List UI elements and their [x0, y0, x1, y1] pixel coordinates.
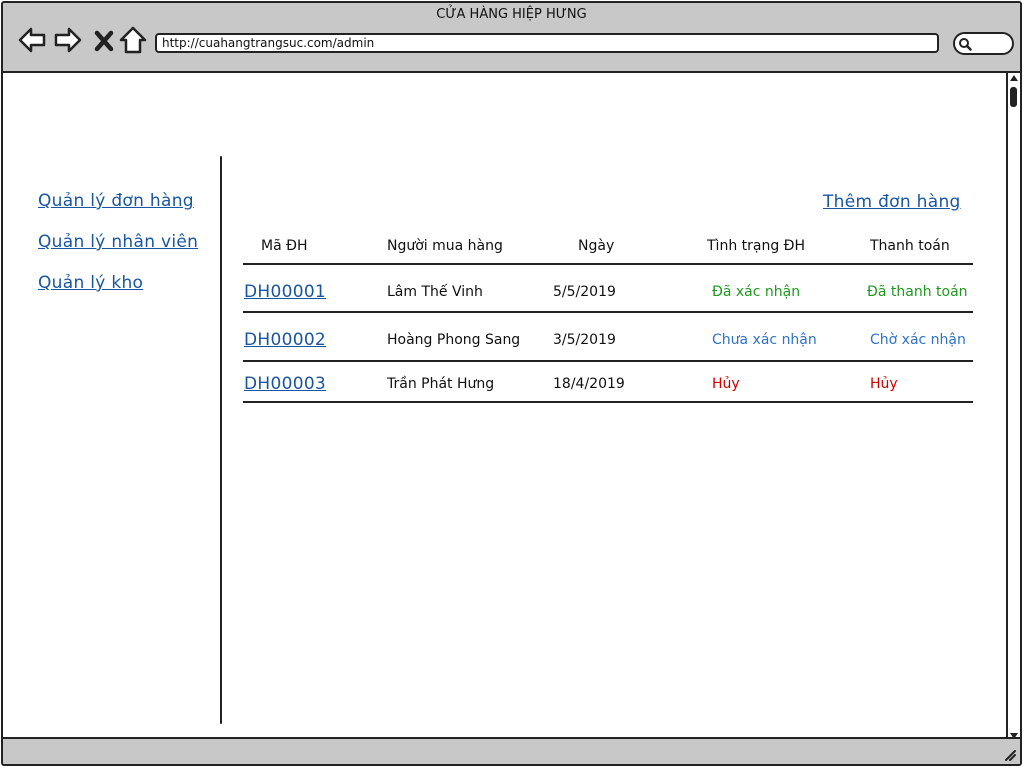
order-code-link[interactable]: DH00003 — [244, 374, 326, 394]
sidebar-nav: Quản lý đơn hàng Quản lý nhân viên Quản … — [38, 191, 213, 314]
header-payment: Thanh toán — [870, 238, 950, 254]
sidebar-item-staff-management[interactable]: Quản lý nhân viên — [38, 232, 213, 252]
vertical-divider — [220, 156, 222, 724]
sidebar-item-order-management[interactable]: Quản lý đơn hàng — [38, 191, 213, 211]
order-date: 3/5/2019 — [553, 332, 616, 348]
scroll-up-arrow-icon[interactable] — [1009, 74, 1019, 82]
buyer-name: Hoàng Phong Sang — [387, 332, 521, 348]
forward-arrow-icon[interactable] — [53, 25, 83, 55]
order-code-link[interactable]: DH00001 — [244, 282, 326, 302]
header-order-status: Tình trạng ĐH — [707, 238, 806, 254]
header-buyer: Người mua hàng — [387, 238, 503, 254]
table-header: Mã ĐH Người mua hàng Ngày Tình trạng ĐH … — [243, 235, 973, 265]
order-date: 18/4/2019 — [553, 376, 625, 392]
buyer-name: Lâm Thế Vinh — [387, 284, 483, 300]
payment-status-badge: Chờ xác nhận — [870, 332, 966, 348]
vertical-scrollbar[interactable] — [1006, 73, 1020, 741]
back-arrow-icon[interactable] — [17, 25, 47, 55]
search-icon — [959, 38, 972, 51]
home-icon[interactable] — [119, 25, 147, 55]
scrollbar-thumb[interactable] — [1010, 87, 1017, 107]
buyer-name: Trần Phát Hưng — [387, 376, 495, 392]
close-icon[interactable] — [91, 25, 117, 55]
header-order-code: Mã ĐH — [261, 238, 308, 254]
resize-grip-icon[interactable] — [1002, 747, 1016, 761]
table-row: DH00003 Trần Phát Hưng 18/4/2019 Hủy Hủy — [243, 362, 973, 403]
search-field[interactable] — [953, 32, 1014, 55]
payment-status-badge: Đã thanh toán — [867, 284, 968, 300]
payment-status-badge: Hủy — [870, 376, 898, 392]
order-status-badge: Đã xác nhận — [712, 284, 801, 300]
sidebar-item-inventory-management[interactable]: Quản lý kho — [38, 273, 213, 293]
table-row: DH00001 Lâm Thế Vinh 5/5/2019 Đã xác nhậ… — [243, 265, 973, 313]
header-date: Ngày — [578, 238, 615, 254]
table-row: DH00002 Hoàng Phong Sang 3/5/2019 Chưa x… — [243, 313, 973, 362]
order-status-badge: Hủy — [712, 376, 740, 392]
order-status-badge: Chưa xác nhận — [712, 332, 817, 348]
add-order-link[interactable]: Thêm đơn hàng — [823, 192, 961, 212]
status-bar — [3, 737, 1020, 764]
order-code-link[interactable]: DH00002 — [244, 330, 326, 350]
browser-window: CỬA HÀNG HIỆP HƯNG http://cuahangtrangsu… — [1, 1, 1022, 766]
order-date: 5/5/2019 — [553, 284, 616, 300]
browser-toolbar: CỬA HÀNG HIỆP HƯNG http://cuahangtrangsu… — [3, 3, 1020, 73]
window-title: CỬA HÀNG HIỆP HƯNG — [436, 7, 587, 22]
url-field[interactable]: http://cuahangtrangsuc.com/admin — [155, 33, 939, 53]
orders-table: Mã ĐH Người mua hàng Ngày Tình trạng ĐH … — [243, 235, 973, 403]
